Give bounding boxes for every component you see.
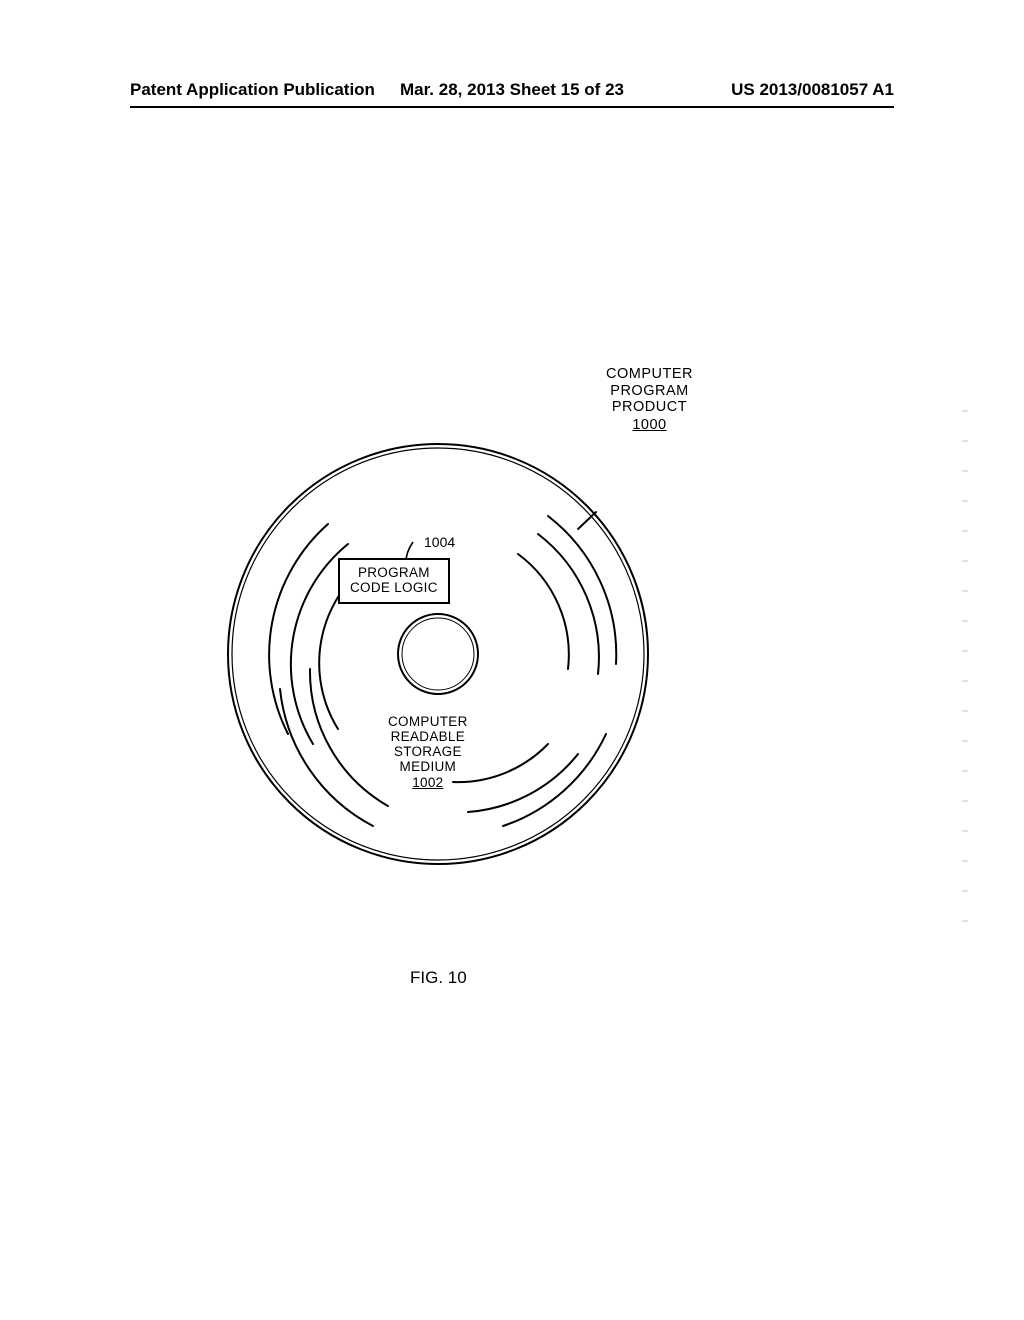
medium-line3: STORAGE	[388, 744, 468, 759]
header-left: Patent Application Publication	[130, 80, 375, 100]
ref-1004: 1004	[424, 534, 455, 550]
header-row: Patent Application Publication Mar. 28, …	[0, 80, 1024, 100]
product-line2: PROGRAM	[606, 383, 693, 400]
medium-line1: COMPUTER	[388, 714, 468, 729]
box-line1: PROGRAM	[350, 566, 438, 581]
page-header: Patent Application Publication Mar. 28, …	[0, 80, 1024, 100]
medium-line2: READABLE	[388, 729, 468, 744]
disc-illustration: 1004 PROGRAM CODE LOGIC COMPUTER READABL…	[218, 434, 658, 874]
program-code-logic-box: PROGRAM CODE LOGIC	[338, 558, 450, 604]
computer-readable-storage-medium-label: COMPUTER READABLE STORAGE MEDIUM 1002	[388, 714, 468, 791]
computer-program-product-label: COMPUTER PROGRAM PRODUCT 1000	[606, 366, 693, 434]
product-ref: 1000	[632, 417, 666, 434]
figure-caption: FIG. 10	[410, 968, 467, 988]
medium-ref: 1002	[412, 775, 443, 790]
header-right: US 2013/0081057 A1	[731, 80, 894, 100]
figure-10: COMPUTER PROGRAM PRODUCT 1000	[218, 370, 678, 874]
product-line3: PRODUCT	[606, 399, 693, 416]
product-line1: COMPUTER	[606, 366, 693, 383]
header-center: Mar. 28, 2013 Sheet 15 of 23	[400, 80, 624, 100]
scan-artifact	[962, 410, 968, 930]
box-line2: CODE LOGIC	[350, 581, 438, 596]
disc-svg	[218, 434, 658, 874]
patent-page: Patent Application Publication Mar. 28, …	[0, 0, 1024, 1320]
medium-line4: MEDIUM	[388, 759, 468, 774]
header-rule	[130, 106, 894, 108]
